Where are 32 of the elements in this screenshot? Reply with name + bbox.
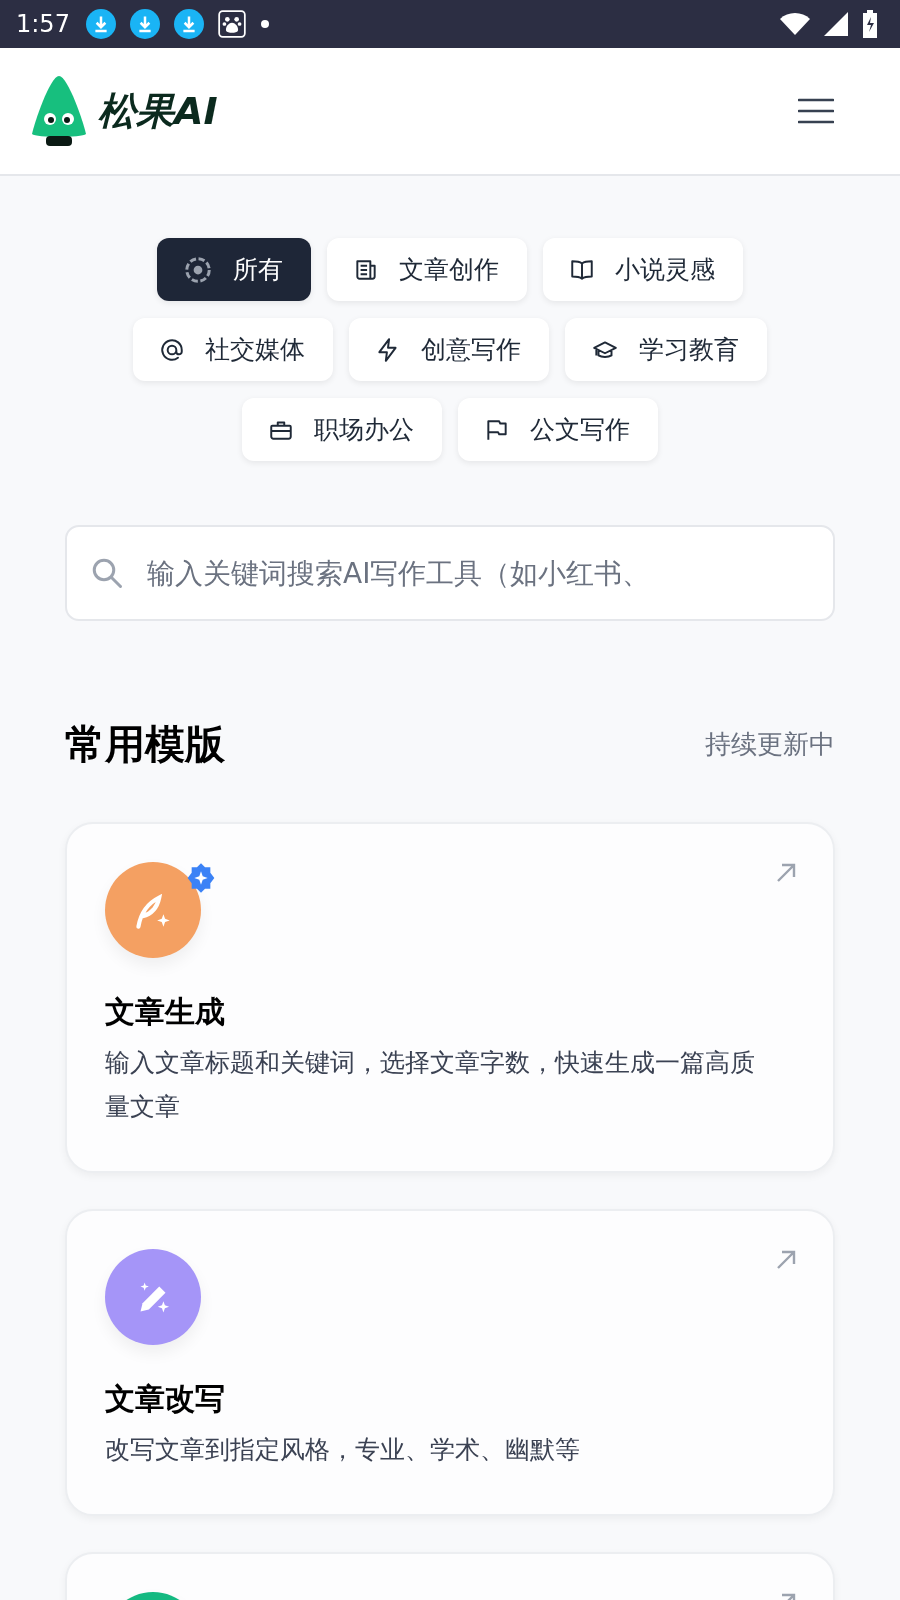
dot-icon	[259, 19, 270, 29]
card-description: 输入文章标题和关键词，选择文章字数，快速生成一篇高质量文章	[105, 1047, 756, 1123]
arrow-icon	[775, 1249, 797, 1271]
signal-icon	[824, 12, 848, 36]
template-card[interactable]: 文章生成 输入文章标题和关键词，选择文章字数，快速生成一篇高质量文章	[65, 822, 835, 1173]
battery-icon	[862, 10, 878, 38]
wifi-icon	[780, 12, 810, 36]
category-tab[interactable]: 公文写作	[458, 398, 658, 461]
target-icon	[183, 254, 213, 285]
search-field[interactable]: 输入关键词搜索AI写作工具（如小红书、	[65, 525, 835, 621]
logo-icon	[30, 74, 88, 148]
download-icon	[173, 9, 204, 39]
template-card[interactable]: 文章改写 改写文章到指定风格，专业、学术、幽默等	[65, 1209, 835, 1516]
category-tab[interactable]: 社交媒体	[133, 318, 333, 381]
category-tab[interactable]: 小说灵感	[543, 238, 743, 301]
card-description: 改写文章到指定风格，专业、学术、幽默等	[105, 1434, 581, 1466]
category-tab[interactable]: 创意写作	[349, 318, 549, 381]
logo-text: 松果AI	[98, 87, 218, 135]
category-tab[interactable]: 学习教育	[565, 318, 767, 381]
category-tab[interactable]: 职场办公	[242, 398, 442, 461]
category-tab[interactable]: 所有	[157, 238, 311, 301]
section-title: 常用模版	[65, 720, 225, 769]
status-time: 1:57	[16, 10, 70, 38]
download-icon	[85, 9, 116, 39]
card-title: 文章生成	[105, 993, 226, 1031]
download-icon	[129, 9, 160, 39]
at-icon	[159, 336, 185, 363]
section-note: 持续更新中	[705, 728, 835, 761]
arrow-icon	[775, 862, 797, 884]
card-title: 文章改写	[105, 1380, 226, 1418]
category-tab[interactable]: 文章创作	[327, 238, 527, 301]
paw-icon	[217, 10, 246, 38]
